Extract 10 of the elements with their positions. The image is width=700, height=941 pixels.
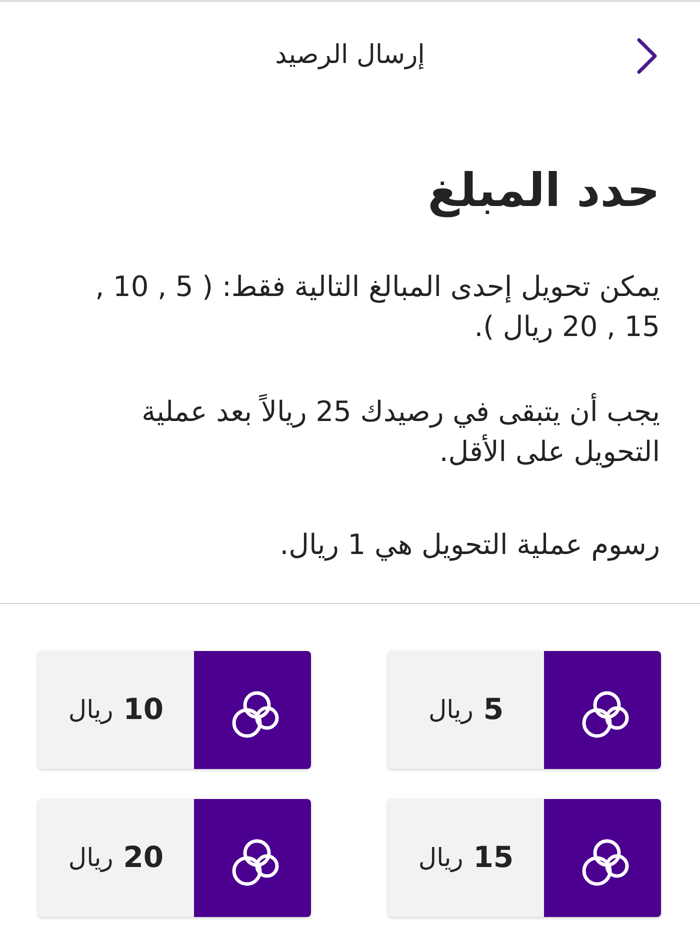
circles-icon	[544, 650, 661, 768]
page-title: إرسال الرصيد	[275, 40, 425, 72]
section-heading: حدد المبلغ	[426, 162, 660, 220]
info-text: يجب أن يتبقى في رصيدك 25 ريالاً بعد عملية التحويل على الأقل.	[140, 392, 660, 470]
info-text: يمكن تحويل إحدى المبالغ التالية فقط: ( 5 , 10 , 15 , 20 ريال ).	[94, 268, 660, 345]
info-text: رسوم عملية التحويل هي 1 ريال.	[278, 526, 660, 563]
circles-icon	[194, 798, 311, 916]
circles-icon	[194, 650, 311, 768]
chevron-icon[interactable]	[636, 38, 658, 74]
circles-icon	[544, 798, 661, 916]
